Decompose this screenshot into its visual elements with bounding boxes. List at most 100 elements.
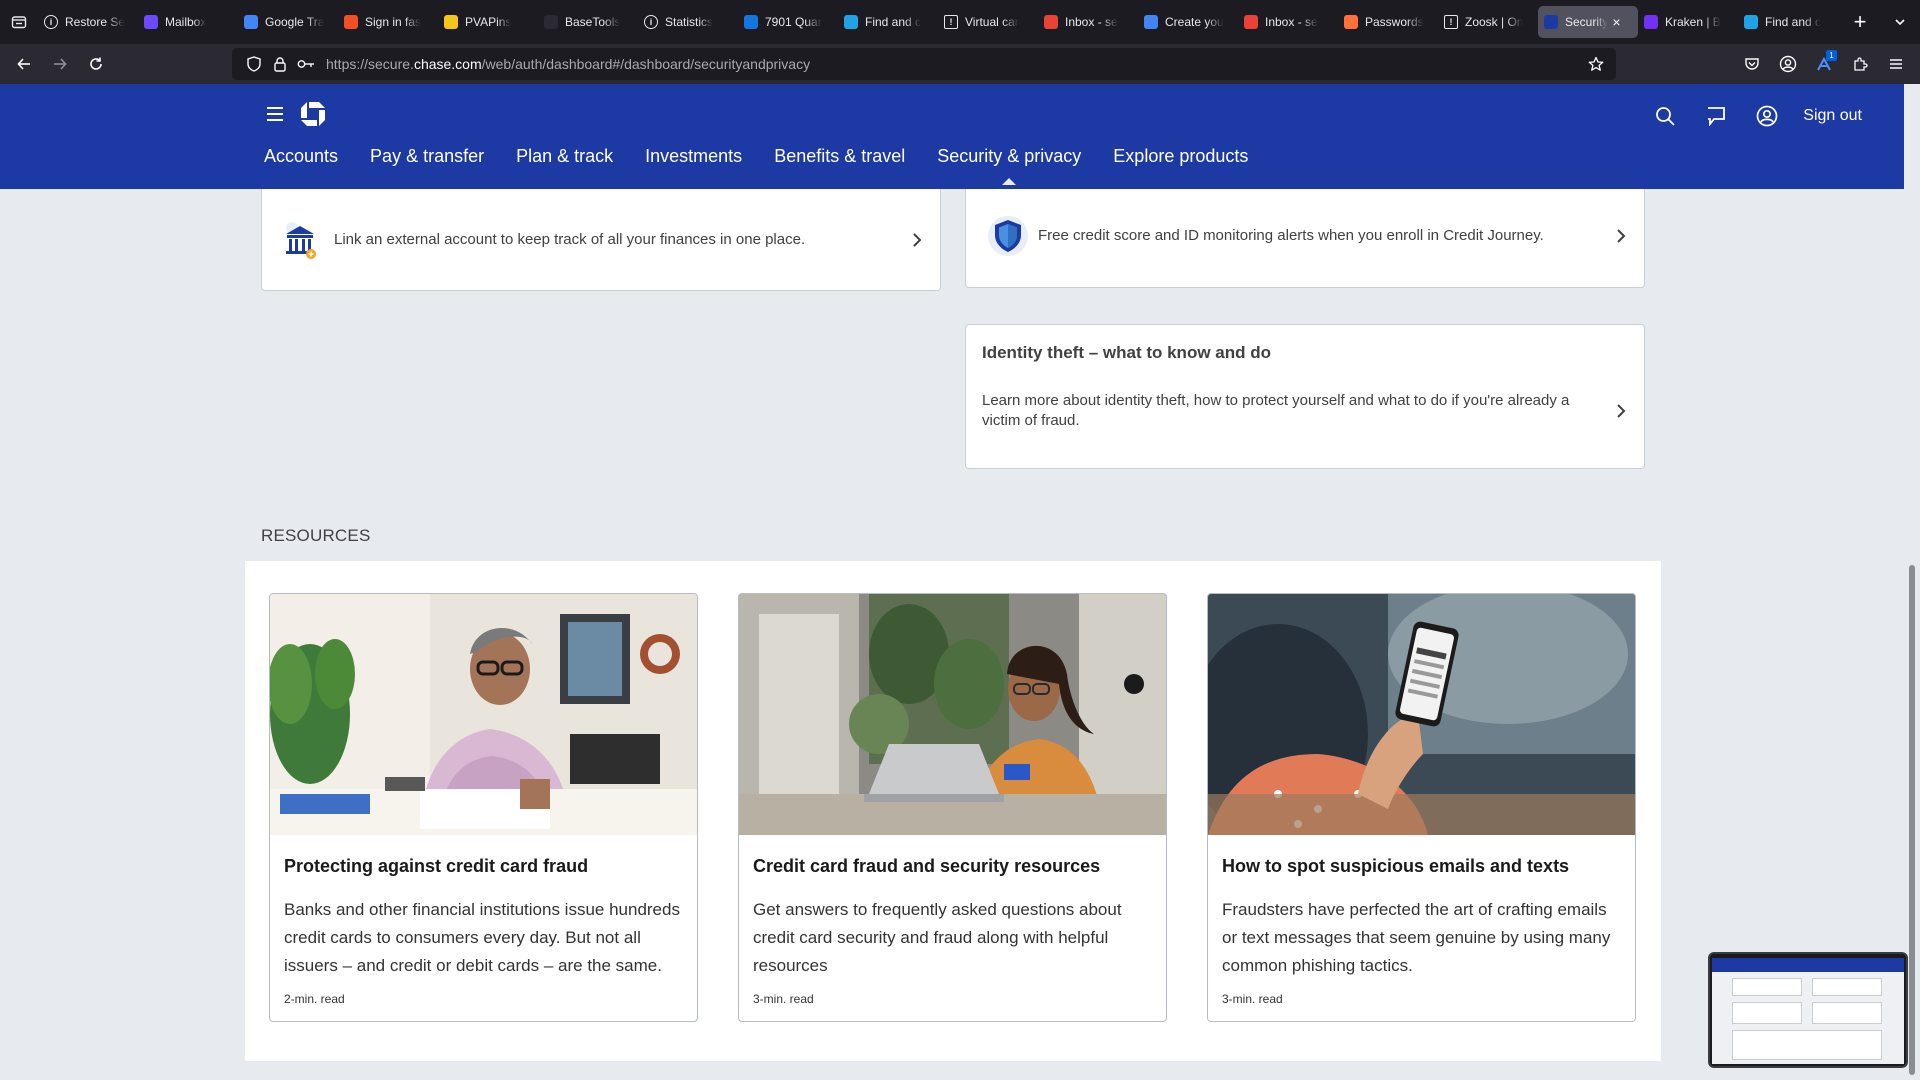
browser-tab[interactable]: Security × bbox=[1538, 6, 1638, 38]
url-bar[interactable]: https://secure.chase.com/web/auth/dashbo… bbox=[232, 48, 1616, 80]
nav-item-pay-transfer[interactable]: Pay & transfer bbox=[370, 146, 484, 186]
lock-icon[interactable] bbox=[268, 52, 292, 76]
tab-title: Inbox - se bbox=[1265, 15, 1318, 29]
resource-read-time: 3-min. read bbox=[753, 992, 814, 1006]
resource-title[interactable]: Credit card fraud and security resources bbox=[753, 856, 1100, 877]
nav-item-investments[interactable]: Investments bbox=[645, 146, 742, 186]
extension-badge-icon[interactable]: 1 bbox=[1806, 48, 1842, 80]
dashboard-content: Link an external account to keep track o… bbox=[0, 189, 1904, 1080]
browser-tab[interactable]: Find and c bbox=[1738, 6, 1838, 38]
browser-tab[interactable]: Sign in fas bbox=[338, 6, 438, 38]
chase-icon bbox=[1544, 15, 1558, 29]
browser-tab[interactable]: ! Zoosk | On bbox=[1438, 6, 1538, 38]
forward-button[interactable] bbox=[42, 48, 78, 80]
browser-tab[interactable]: 7901 Quar bbox=[738, 6, 838, 38]
tab-title: Kraken | B bbox=[1665, 15, 1721, 29]
google-translate-icon bbox=[244, 15, 258, 29]
tab-title: PVAPins bbox=[465, 15, 512, 29]
credit-journey-card[interactable]: Free credit score and ID monitoring aler… bbox=[965, 189, 1645, 288]
bank-icon bbox=[282, 220, 318, 260]
resource-card[interactable]: Credit card fraud and security resources… bbox=[738, 593, 1167, 1022]
list-all-tabs-icon[interactable] bbox=[1880, 0, 1920, 44]
extensions-puzzle-icon[interactable] bbox=[1842, 48, 1878, 80]
url-text[interactable]: https://secure.chase.com/web/auth/dashbo… bbox=[326, 56, 810, 72]
new-tab-button[interactable]: + bbox=[1840, 0, 1880, 44]
tab-list-icon[interactable] bbox=[0, 0, 38, 44]
nav-item-accounts[interactable]: Accounts bbox=[264, 146, 338, 186]
microsoft-icon bbox=[344, 15, 358, 29]
link-external-account-text: Link an external account to keep track o… bbox=[334, 231, 806, 248]
resource-read-time: 2-min. read bbox=[284, 992, 345, 1006]
browser-tab[interactable]: i Restore Se bbox=[38, 6, 138, 38]
resource-title[interactable]: Protecting against credit card fraud bbox=[284, 856, 588, 877]
url-domain: chase.com bbox=[413, 56, 482, 72]
page-scrollbar-thumb[interactable] bbox=[1909, 565, 1915, 1075]
identity-theft-text: Learn more about identity theft, how to … bbox=[982, 392, 1570, 429]
profile-icon[interactable] bbox=[1752, 101, 1782, 131]
app-menu-icon[interactable] bbox=[1878, 48, 1914, 80]
browser-tab[interactable]: Inbox - se bbox=[1038, 6, 1138, 38]
resource-image-woman-laptop bbox=[739, 594, 1166, 835]
nav-item-security-privacy[interactable]: Security & privacy bbox=[937, 146, 1081, 186]
tab-title: Statistics bbox=[665, 15, 714, 29]
browser-tab[interactable]: Find and c bbox=[838, 6, 938, 38]
tab-title: Create you bbox=[1165, 15, 1224, 29]
resource-description: Fraudsters have perfected the art of cra… bbox=[1222, 900, 1611, 975]
account-icon[interactable] bbox=[1770, 48, 1806, 80]
browser-tab[interactable]: Kraken | B bbox=[1638, 6, 1738, 38]
resource-description: Get answers to frequently asked question… bbox=[753, 900, 1122, 975]
chevron-right-icon[interactable] bbox=[910, 230, 924, 250]
pvapins-icon bbox=[444, 15, 458, 29]
w-icon bbox=[1744, 15, 1758, 29]
tracking-shield-icon[interactable] bbox=[242, 52, 266, 76]
browser-tab[interactable]: i Statistics bbox=[638, 6, 738, 38]
browser-tab-bar: i Restore Se Mailbox Google Tra Sign in fas P… bbox=[0, 0, 1920, 44]
tab-title: Find and c bbox=[865, 15, 922, 29]
close-tab-icon[interactable]: × bbox=[1612, 14, 1620, 30]
nav-item-explore-products[interactable]: Explore products bbox=[1113, 146, 1248, 186]
hamburger-menu-icon[interactable] bbox=[265, 104, 285, 124]
tab-title: Google Tra bbox=[265, 15, 325, 29]
chase-logo-icon[interactable] bbox=[300, 101, 326, 127]
nav-item-plan-track[interactable]: Plan & track bbox=[516, 146, 613, 186]
browser-tab[interactable]: ! Virtual car bbox=[938, 6, 1038, 38]
browser-tab[interactable]: PVAPins bbox=[438, 6, 538, 38]
browser-tab[interactable]: Passwords bbox=[1338, 6, 1438, 38]
tab-title: 7901 Quar bbox=[765, 15, 822, 29]
link-external-account-card[interactable]: Link an external account to keep track o… bbox=[261, 189, 941, 291]
chevron-right-icon[interactable] bbox=[1614, 226, 1628, 246]
resources-panel: Protecting against credit card fraud Ban… bbox=[245, 561, 1661, 1061]
identity-theft-card[interactable]: Identity theft – what to know and do Lea… bbox=[965, 324, 1645, 469]
browser-tab[interactable]: BaseTools bbox=[538, 6, 638, 38]
sign-out-link[interactable]: Sign out bbox=[1803, 107, 1862, 125]
messages-icon[interactable] bbox=[1701, 101, 1731, 131]
permissions-key-icon[interactable] bbox=[294, 52, 318, 76]
tab-title: Find and c bbox=[1765, 15, 1822, 29]
back-button[interactable] bbox=[6, 48, 42, 80]
tab-title: Passwords bbox=[1365, 15, 1424, 29]
tab-title: Inbox - se bbox=[1065, 15, 1118, 29]
info-icon: i bbox=[644, 15, 658, 29]
extension-badge-count: 1 bbox=[1826, 50, 1837, 61]
browser-tab[interactable]: Google Tra bbox=[238, 6, 338, 38]
pocket-icon[interactable] bbox=[1734, 48, 1770, 80]
info-icon: i bbox=[44, 15, 58, 29]
reload-button[interactable] bbox=[78, 48, 114, 80]
resource-card[interactable]: How to spot suspicious emails and texts … bbox=[1207, 593, 1636, 1022]
search-icon[interactable] bbox=[1650, 101, 1680, 131]
picture-in-picture-preview[interactable] bbox=[1708, 952, 1908, 1068]
tab-title: Sign in fas bbox=[365, 15, 422, 29]
identity-theft-title: Identity theft – what to know and do bbox=[982, 343, 1271, 362]
tab-strip: i Restore Se Mailbox Google Tra Sign in fas P… bbox=[38, 0, 1840, 44]
resource-title[interactable]: How to spot suspicious emails and texts bbox=[1222, 856, 1569, 877]
browser-tab[interactable]: Mailbox bbox=[138, 6, 238, 38]
resource-card[interactable]: Protecting against credit card fraud Ban… bbox=[269, 593, 698, 1022]
credit-journey-text: Free credit score and ID monitoring aler… bbox=[1038, 227, 1544, 244]
browser-tab[interactable]: Inbox - se bbox=[1238, 6, 1338, 38]
shield-icon bbox=[986, 214, 1030, 258]
nav-item-benefits-travel[interactable]: Benefits & travel bbox=[774, 146, 905, 186]
browser-tab[interactable]: Create you bbox=[1138, 6, 1238, 38]
chevron-right-icon[interactable] bbox=[1614, 401, 1628, 421]
tab-title: Security bbox=[1565, 15, 1609, 29]
bookmark-star-icon[interactable] bbox=[1584, 52, 1608, 76]
